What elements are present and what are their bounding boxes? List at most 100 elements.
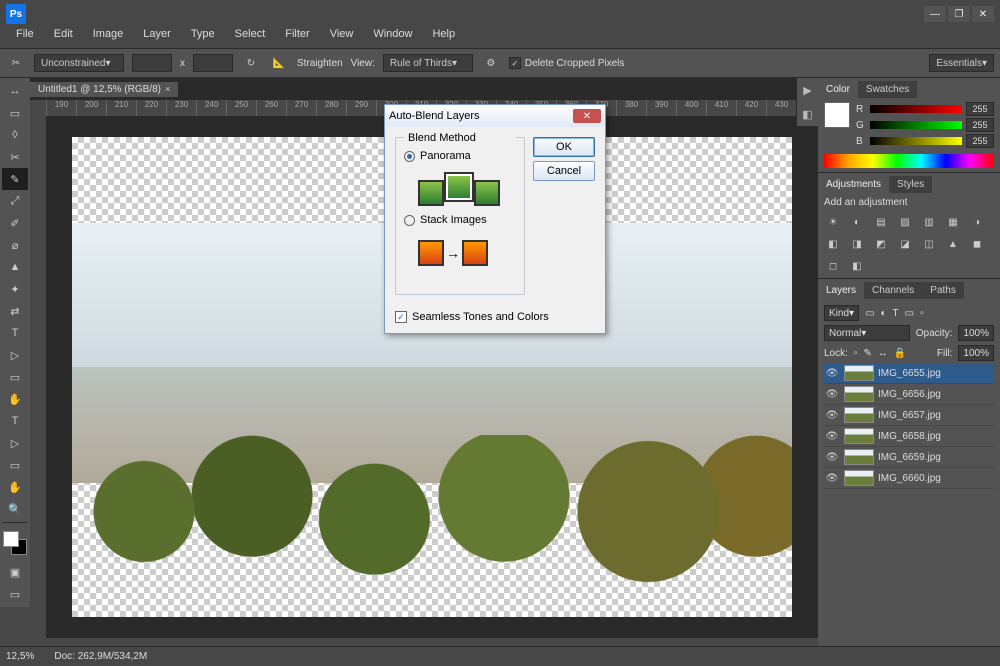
color-spectrum[interactable] bbox=[824, 154, 994, 168]
menu-filter[interactable]: Filter bbox=[275, 28, 319, 48]
layer-name[interactable]: IMG_6658.jpg bbox=[878, 431, 941, 442]
dialog-close-button[interactable]: ✕ bbox=[573, 109, 601, 123]
tool-eraser[interactable]: ⇄ bbox=[2, 300, 28, 322]
menu-file[interactable]: File bbox=[6, 28, 44, 48]
tab-close-icon[interactable]: × bbox=[165, 84, 170, 94]
properties-panel-icon[interactable]: ◧ bbox=[797, 102, 818, 126]
tab-channels[interactable]: Channels bbox=[864, 282, 922, 299]
adj-posterize-icon[interactable]: ▲ bbox=[944, 236, 962, 252]
doc-size[interactable]: Doc: 262,9M/534,2M bbox=[54, 651, 147, 662]
layer-filter-select[interactable]: Kind ▾ bbox=[824, 305, 859, 321]
tool-healing[interactable]: ✐ bbox=[2, 212, 28, 234]
menu-window[interactable]: Window bbox=[363, 28, 422, 48]
tool-eyedropper[interactable]: ⤢ bbox=[2, 190, 28, 212]
layer-row[interactable]: 👁 IMG_6657.jpg bbox=[824, 405, 994, 426]
layer-name[interactable]: IMG_6659.jpg bbox=[878, 452, 941, 463]
seamless-checkbox[interactable]: ✓ Seamless Tones and Colors bbox=[385, 305, 605, 333]
close-button[interactable]: ✕ bbox=[972, 6, 994, 22]
adj-exposure-icon[interactable]: ▨ bbox=[896, 214, 914, 230]
adj-selective-icon[interactable]: ◧ bbox=[848, 258, 866, 274]
crop-height-field[interactable] bbox=[193, 54, 233, 72]
crop-width-field[interactable] bbox=[132, 54, 172, 72]
ok-button[interactable]: OK bbox=[533, 137, 595, 157]
filter-type-icon[interactable]: T bbox=[893, 308, 899, 319]
menu-edit[interactable]: Edit bbox=[44, 28, 83, 48]
tool-hand[interactable]: ✋ bbox=[2, 476, 28, 498]
visibility-icon[interactable]: 👁 bbox=[824, 410, 840, 421]
menu-image[interactable]: Image bbox=[83, 28, 134, 48]
crop-tool-icon[interactable]: ✂ bbox=[6, 53, 26, 73]
adj-bw-icon[interactable]: ◧ bbox=[824, 236, 842, 252]
adj-gradientmap-icon[interactable]: ◻ bbox=[824, 258, 842, 274]
panorama-radio[interactable]: Panorama bbox=[404, 150, 516, 162]
visibility-icon[interactable]: 👁 bbox=[824, 473, 840, 484]
b-slider[interactable] bbox=[870, 137, 962, 145]
tab-swatches[interactable]: Swatches bbox=[858, 81, 917, 98]
adj-photofilter-icon[interactable]: ◨ bbox=[848, 236, 866, 252]
adj-brightness-icon[interactable]: ☀ bbox=[824, 214, 842, 230]
opacity-field[interactable]: 100% bbox=[958, 325, 994, 341]
color-swatch[interactable] bbox=[824, 102, 850, 128]
adj-colorbalance-icon[interactable]: ◑ bbox=[968, 214, 986, 230]
visibility-icon[interactable]: 👁 bbox=[824, 431, 840, 442]
layer-thumbnail[interactable] bbox=[844, 407, 874, 423]
layer-row[interactable]: 👁 IMG_6658.jpg bbox=[824, 426, 994, 447]
tab-layers[interactable]: Layers bbox=[818, 282, 864, 299]
menu-select[interactable]: Select bbox=[225, 28, 276, 48]
fg-bg-color[interactable] bbox=[3, 531, 27, 555]
screen-mode-toggle[interactable]: ▭ bbox=[2, 583, 28, 605]
tool-marquee[interactable]: ▭ bbox=[2, 102, 28, 124]
menu-type[interactable]: Type bbox=[181, 28, 225, 48]
layer-row[interactable]: 👁IMG_6660.jpg bbox=[824, 468, 994, 489]
g-value[interactable]: 255 bbox=[966, 118, 994, 132]
dialog-title-bar[interactable]: Auto-Blend Layers ✕ bbox=[385, 105, 605, 127]
layer-thumbnail[interactable] bbox=[844, 365, 874, 381]
filter-shape-icon[interactable]: ▭ bbox=[905, 308, 914, 319]
crop-clear-button[interactable]: ↻ bbox=[241, 53, 261, 73]
layer-thumbnail[interactable] bbox=[844, 470, 874, 486]
visibility-icon[interactable]: 👁 bbox=[824, 452, 840, 463]
tool-brush[interactable]: ⌀ bbox=[2, 234, 28, 256]
menu-layer[interactable]: Layer bbox=[133, 28, 181, 48]
tool-move[interactable]: ↔ bbox=[2, 80, 28, 102]
menu-help[interactable]: Help bbox=[422, 28, 465, 48]
adj-hue-icon[interactable]: ▦ bbox=[944, 214, 962, 230]
maximize-button[interactable]: ❐ bbox=[948, 6, 970, 22]
crop-settings-icon[interactable]: ⚙ bbox=[481, 53, 501, 73]
fill-field[interactable]: 100% bbox=[958, 345, 994, 361]
menu-view[interactable]: View bbox=[320, 28, 364, 48]
filter-pixel-icon[interactable]: ▭ bbox=[865, 308, 874, 319]
straighten-icon[interactable]: 📐 bbox=[269, 53, 289, 73]
lock-all-icon[interactable]: 🔒 bbox=[894, 348, 906, 359]
lock-image-icon[interactable]: ✎ bbox=[863, 348, 871, 359]
visibility-icon[interactable]: 👁 bbox=[824, 368, 840, 379]
workspace-switcher[interactable]: Essentials ▾ bbox=[929, 54, 994, 72]
history-panel-icon[interactable]: ▶ bbox=[797, 78, 818, 102]
layer-name[interactable]: IMG_6657.jpg bbox=[878, 410, 941, 421]
crop-ratio-select[interactable]: Unconstrained ▾ bbox=[34, 54, 124, 72]
layer-name[interactable]: IMG_6655.jpg bbox=[878, 368, 941, 379]
tool-clone[interactable]: ▲ bbox=[2, 256, 28, 278]
stack-radio[interactable]: Stack Images bbox=[404, 214, 516, 226]
r-value[interactable]: 255 bbox=[966, 102, 994, 116]
adj-threshold-icon[interactable]: ◼ bbox=[968, 236, 986, 252]
tool-zoom[interactable]: 🔍 bbox=[2, 498, 28, 520]
adj-channelmixer-icon[interactable]: ◩ bbox=[872, 236, 890, 252]
g-slider[interactable] bbox=[870, 121, 962, 129]
quick-mask-toggle[interactable]: ▣ bbox=[2, 561, 28, 583]
layer-thumbnail[interactable] bbox=[844, 428, 874, 444]
tool-path-select[interactable]: ▷ bbox=[2, 432, 28, 454]
filter-adjust-icon[interactable]: ◐ bbox=[881, 308, 887, 319]
zoom-level[interactable]: 12,5% bbox=[6, 651, 34, 662]
tool-quick-select[interactable]: ✂ bbox=[2, 146, 28, 168]
tool-crop[interactable]: ✎ bbox=[2, 168, 28, 190]
tool-type[interactable]: T bbox=[2, 410, 28, 432]
layer-row[interactable]: 👁 IMG_6655.jpg bbox=[824, 363, 994, 384]
tool-blur[interactable]: ▷ bbox=[2, 344, 28, 366]
cancel-button[interactable]: Cancel bbox=[533, 161, 595, 181]
ruler-vertical[interactable] bbox=[30, 116, 46, 638]
layer-row[interactable]: 👁IMG_6656.jpg bbox=[824, 384, 994, 405]
adj-curves-icon[interactable]: ▤ bbox=[872, 214, 890, 230]
layer-thumbnail[interactable] bbox=[844, 386, 874, 402]
tab-styles[interactable]: Styles bbox=[889, 176, 932, 193]
